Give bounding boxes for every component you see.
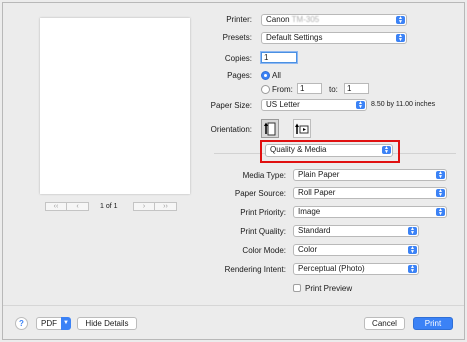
chevron-updown-icon: ▲ ▼ <box>436 189 445 198</box>
footer-separator <box>3 305 464 306</box>
pages-range-radio[interactable] <box>261 85 270 94</box>
presets-select[interactable]: Default Settings ▲ ▼ <box>261 32 407 44</box>
printer-label: Printer: <box>226 15 252 24</box>
color-mode-value: Color <box>298 245 318 254</box>
print-priority-select[interactable]: Image ▲ ▼ <box>293 206 447 218</box>
presets-label: Presets: <box>222 33 252 42</box>
chevron-updown-icon: ▲ ▼ <box>396 16 405 25</box>
media-type-label: Media Type: <box>242 171 286 180</box>
chevron-updown-icon: ▲ ▼ <box>436 171 445 180</box>
paper-size-value: US Letter <box>266 100 300 109</box>
chevron-updown-icon: ▲ ▼ <box>408 227 417 236</box>
page-count: 1 of 1 <box>100 203 118 210</box>
pdf-menu-chevron-icon[interactable]: ▼ <box>61 317 71 330</box>
print-quality-value: Standard <box>298 226 331 235</box>
printer-value: Canon <box>266 15 290 24</box>
color-mode-select[interactable]: Color ▲ ▼ <box>293 244 419 256</box>
hide-details-button[interactable]: Hide Details <box>77 317 137 330</box>
pages-to-field[interactable]: 1 <box>344 83 369 94</box>
print-priority-label: Print Priority: <box>240 208 286 217</box>
media-type-value: Plain Paper <box>298 170 340 179</box>
last-page-button[interactable]: ›› <box>155 202 177 211</box>
print-quality-select[interactable]: Standard ▲ ▼ <box>293 225 419 237</box>
pages-all-label: All <box>272 71 281 80</box>
next-page-button[interactable]: › <box>133 202 155 211</box>
rendering-intent-value: Perceptual (Photo) <box>298 264 365 273</box>
print-preview-label: Print Preview <box>305 284 353 293</box>
pages-label: Pages: <box>227 71 252 80</box>
presets-value: Default Settings <box>266 33 323 42</box>
chevron-updown-icon: ▲ ▼ <box>356 101 365 110</box>
page-preview <box>40 18 190 194</box>
paper-source-select[interactable]: Roll Paper ▲ ▼ <box>293 187 447 199</box>
paper-size-label: Paper Size: <box>210 101 252 110</box>
printer-model: TM-305 <box>291 15 320 24</box>
highlight-box <box>260 140 400 163</box>
chevron-updown-icon: ▲ ▼ <box>408 265 417 274</box>
printer-select[interactable]: Canon TM-305 ▲ ▼ <box>261 14 407 26</box>
copies-label: Copies: <box>224 54 252 63</box>
print-quality-label: Print Quality: <box>240 227 286 236</box>
pager-forward-group: › ›› <box>133 202 177 211</box>
pages-to-label: to: <box>329 85 338 94</box>
print-button[interactable]: Print <box>413 317 453 330</box>
paper-size-select[interactable]: US Letter ▲ ▼ <box>261 99 367 111</box>
portrait-icon <box>264 122 276 135</box>
paper-source-label: Paper Source: <box>234 189 286 198</box>
pages-from-label: From: <box>272 85 293 94</box>
orientation-label: Orientation: <box>210 125 252 134</box>
pages-all-radio[interactable] <box>261 71 270 80</box>
color-mode-label: Color Mode: <box>242 246 286 255</box>
landscape-icon <box>295 123 309 134</box>
chevron-updown-icon: ▲ ▼ <box>436 208 445 217</box>
cancel-button[interactable]: Cancel <box>364 317 405 330</box>
paper-size-dimensions: 8.50 by 11.00 inches <box>371 101 436 108</box>
copies-field[interactable]: 1 <box>261 52 297 63</box>
pager-back-group: ‹‹ ‹ <box>45 202 89 211</box>
help-button[interactable]: ? <box>15 317 28 330</box>
chevron-updown-icon: ▲ ▼ <box>396 34 405 43</box>
paper-source-value: Roll Paper <box>298 188 336 197</box>
chevron-updown-icon: ▲ ▼ <box>408 246 417 255</box>
pdf-button[interactable]: PDF <box>36 317 62 330</box>
media-type-select[interactable]: Plain Paper ▲ ▼ <box>293 169 447 181</box>
first-page-button[interactable]: ‹‹ <box>45 202 67 211</box>
landscape-orientation-button[interactable] <box>293 119 311 138</box>
print-preview-checkbox[interactable] <box>293 284 301 292</box>
portrait-orientation-button[interactable] <box>261 119 279 138</box>
print-priority-value: Image <box>298 207 321 216</box>
previous-page-button[interactable]: ‹ <box>67 202 89 211</box>
pages-from-field[interactable]: 1 <box>297 83 322 94</box>
print-dialog: ‹‹ ‹ 1 of 1 › ›› Printer: Canon TM-305 ▲… <box>2 2 465 340</box>
rendering-intent-label: Rendering Intent: <box>224 265 286 274</box>
rendering-intent-select[interactable]: Perceptual (Photo) ▲ ▼ <box>293 263 419 275</box>
